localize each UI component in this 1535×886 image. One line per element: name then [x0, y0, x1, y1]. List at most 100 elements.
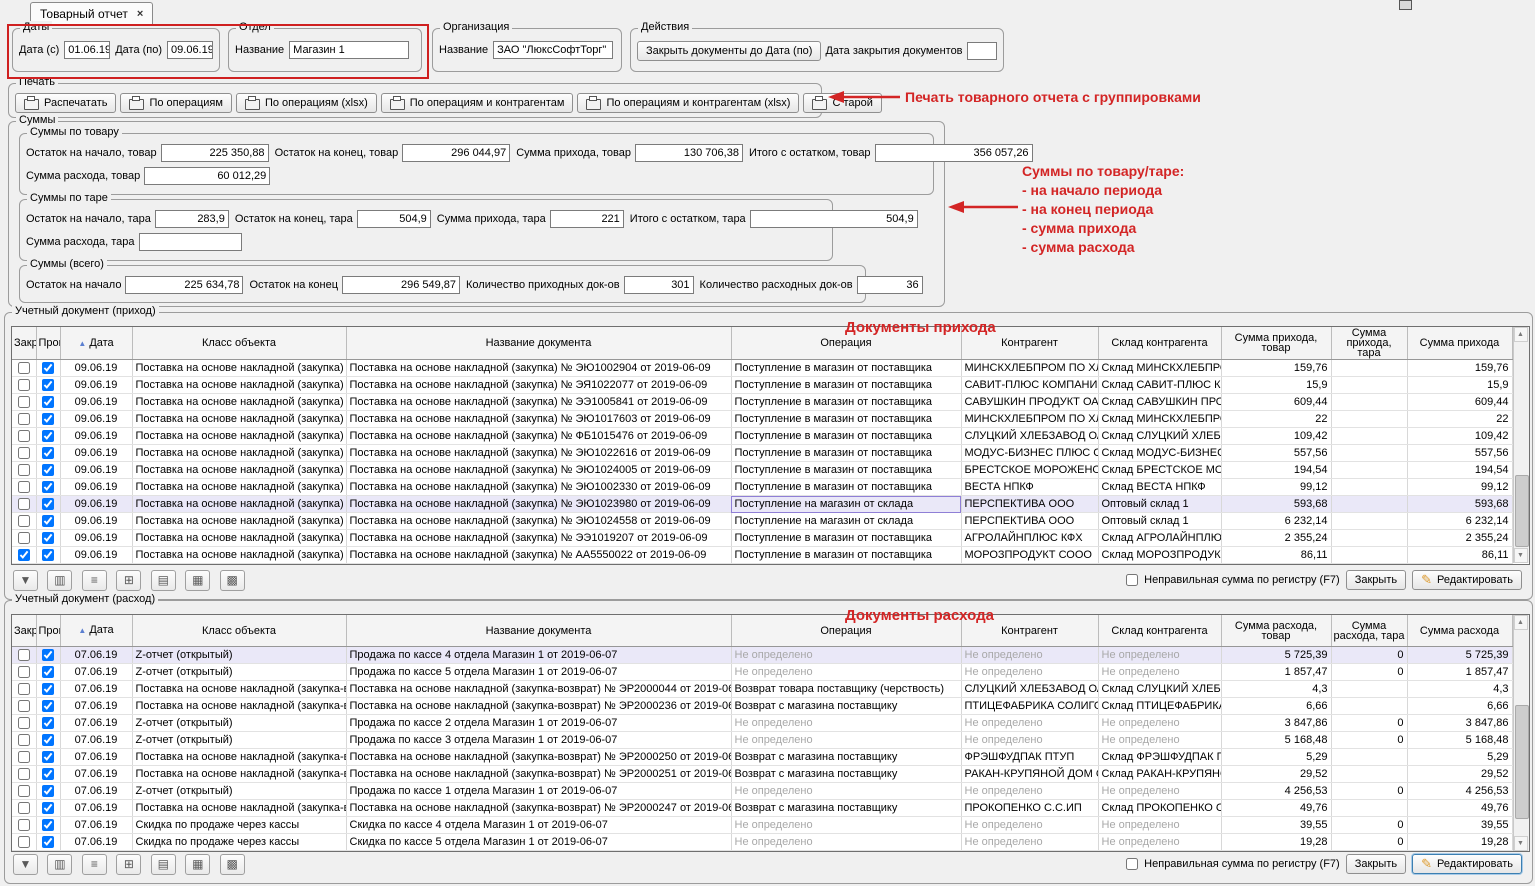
sum-field-input[interactable]: 36 [857, 276, 923, 294]
verified-checkbox[interactable] [42, 649, 54, 661]
table-row[interactable]: 07.06.19 Поставка на основе накладной (з… [12, 698, 1512, 715]
scroll-down-icon[interactable]: ▼ [1514, 836, 1528, 851]
table-row[interactable]: 07.06.19 Z-отчет (открытый) Продажа по к… [12, 647, 1512, 664]
verified-checkbox[interactable] [42, 447, 54, 459]
grid-clear-icon[interactable]: ▩ [220, 854, 245, 875]
table-row[interactable]: 09.06.19 Поставка на основе накладной (з… [12, 428, 1512, 445]
col-header-sum-tare[interactable]: Сумма расхода, тара [1331, 615, 1407, 647]
filter-icon[interactable]: ▼ [13, 570, 38, 591]
edit-button[interactable]: ✎Редактировать [1412, 854, 1522, 874]
calculator-icon[interactable]: ⊞ [116, 570, 141, 591]
table-row[interactable]: 07.06.19 Z-отчет (открытый) Продажа по к… [12, 664, 1512, 681]
close-docs-button[interactable]: Закрыть документы до Дата (по) [637, 41, 821, 61]
window-restore-icon[interactable] [1399, 0, 1412, 10]
columns-icon[interactable]: ▥ [47, 570, 72, 591]
sum-field-input[interactable]: 504,9 [357, 210, 431, 228]
closed-checkbox[interactable] [18, 666, 30, 678]
verified-checkbox[interactable] [42, 768, 54, 780]
print-icon[interactable]: ▤ [151, 570, 176, 591]
closed-checkbox[interactable] [18, 532, 30, 544]
closed-checkbox[interactable] [18, 481, 30, 493]
col-header-document-name[interactable]: Название документа [346, 327, 731, 360]
closed-checkbox[interactable] [18, 785, 30, 797]
columns-icon[interactable]: ▥ [47, 854, 72, 875]
scroll-up-icon[interactable]: ▲ [1514, 615, 1528, 630]
table-row[interactable]: 09.06.19 Поставка на основе накладной (з… [12, 496, 1512, 513]
filter-icon[interactable]: ▼ [13, 854, 38, 875]
table-row[interactable]: 09.06.19 Поставка на основе накладной (з… [12, 377, 1512, 394]
sum-field-input[interactable]: 301 [624, 276, 694, 294]
organization-name-input[interactable]: ЗАО "ЛюксСофтТорг" [493, 41, 613, 59]
verified-checkbox[interactable] [42, 362, 54, 374]
col-header-sum-total[interactable]: Сумма расхода [1407, 615, 1512, 647]
col-header-closed[interactable]: Закр [12, 615, 36, 647]
table-row[interactable]: 09.06.19 Поставка на основе накладной (з… [12, 394, 1512, 411]
table-row[interactable]: 07.06.19 Скидка по продаже через кассы С… [12, 817, 1512, 834]
sum-field-input[interactable] [139, 233, 242, 251]
closed-checkbox[interactable] [18, 649, 30, 661]
tab-close-icon[interactable]: × [137, 8, 143, 20]
verified-checkbox[interactable] [42, 549, 54, 561]
table-row[interactable]: 09.06.19 Поставка на основе накладной (з… [12, 462, 1512, 479]
closed-checkbox[interactable] [18, 515, 30, 527]
closed-checkbox[interactable] [18, 700, 30, 712]
verified-checkbox[interactable] [42, 532, 54, 544]
verified-checkbox[interactable] [42, 751, 54, 763]
table-row[interactable]: 07.06.19 Поставка на основе накладной (з… [12, 766, 1512, 783]
col-header-warehouse[interactable]: Склад контрагента [1098, 327, 1221, 360]
closed-checkbox[interactable] [18, 768, 30, 780]
verified-checkbox[interactable] [42, 785, 54, 797]
verified-checkbox[interactable] [42, 819, 54, 831]
sum-field-input[interactable]: 130 706,38 [635, 144, 743, 162]
date-from-input[interactable]: 01.06.19 [64, 41, 110, 59]
closed-checkbox[interactable] [18, 734, 30, 746]
sum-field-input[interactable]: 356 057,26 [875, 144, 1033, 162]
table-row[interactable]: 09.06.19 Поставка на основе накладной (з… [12, 513, 1512, 530]
closed-checkbox[interactable] [18, 362, 30, 374]
closed-checkbox[interactable] [18, 751, 30, 763]
verified-checkbox[interactable] [42, 430, 54, 442]
expense-scrollbar[interactable]: ▲ ▼ [1513, 615, 1529, 851]
verified-checkbox[interactable] [42, 464, 54, 476]
closed-checkbox[interactable] [18, 819, 30, 831]
scroll-down-icon[interactable]: ▼ [1514, 548, 1528, 563]
verified-checkbox[interactable] [42, 481, 54, 493]
excel-export-icon[interactable]: ▦ [185, 570, 210, 591]
sum-field-input[interactable]: 225 634,78 [125, 276, 243, 294]
numbered-list-icon[interactable]: ≡ [82, 570, 107, 591]
table-row[interactable]: 07.06.19 Z-отчет (открытый) Продажа по к… [12, 783, 1512, 800]
verified-checkbox[interactable] [42, 515, 54, 527]
col-header-sum-goods[interactable]: Сумма прихода, товар [1221, 327, 1331, 360]
closed-checkbox[interactable] [18, 413, 30, 425]
table-row[interactable]: 09.06.19 Поставка на основе накладной (з… [12, 411, 1512, 428]
print-icon[interactable]: ▤ [151, 854, 176, 875]
col-header-closed[interactable]: Закр [12, 327, 36, 360]
excel-export-icon[interactable]: ▦ [185, 854, 210, 875]
edit-button[interactable]: ✎Редактировать [1412, 570, 1522, 590]
closed-checkbox[interactable] [18, 430, 30, 442]
department-name-input[interactable]: Магазин 1 [289, 41, 409, 59]
col-header-sum-goods[interactable]: Сумма расхода, товар [1221, 615, 1331, 647]
date-to-input[interactable]: 09.06.19 [167, 41, 213, 59]
col-header-date[interactable]: ▲ Дата [60, 327, 132, 360]
table-row[interactable]: 07.06.19 Поставка на основе накладной (з… [12, 749, 1512, 766]
print-by-operations-contragents-xlsx-button[interactable]: По операциям и контрагентам (xlsx) [577, 93, 799, 113]
table-row[interactable]: 07.06.19 Z-отчет (открытый) Продажа по к… [12, 715, 1512, 732]
close-button[interactable]: Закрыть [1346, 854, 1406, 874]
sum-field-input[interactable]: 283,9 [155, 210, 229, 228]
verified-checkbox[interactable] [42, 700, 54, 712]
scroll-thumb[interactable] [1515, 475, 1529, 547]
sum-field-input[interactable]: 296 549,87 [342, 276, 460, 294]
wrong-sum-checkbox[interactable] [1126, 574, 1138, 586]
print-by-operations-button[interactable]: По операциям [120, 93, 231, 113]
closed-checkbox[interactable] [18, 379, 30, 391]
verified-checkbox[interactable] [42, 683, 54, 695]
col-header-sum-tare[interactable]: Сумма прихода, тара [1331, 327, 1407, 360]
wrong-sum-checkbox[interactable] [1126, 858, 1138, 870]
sum-field-input[interactable]: 225 350,88 [161, 144, 269, 162]
table-row[interactable]: 07.06.19 Скидка по продаже через кассы С… [12, 834, 1512, 851]
table-row[interactable]: 09.06.19 Поставка на основе накладной (з… [12, 547, 1512, 564]
scroll-up-icon[interactable]: ▲ [1514, 327, 1528, 342]
col-header-object-class[interactable]: Класс объекта [132, 327, 346, 360]
verified-checkbox[interactable] [42, 498, 54, 510]
